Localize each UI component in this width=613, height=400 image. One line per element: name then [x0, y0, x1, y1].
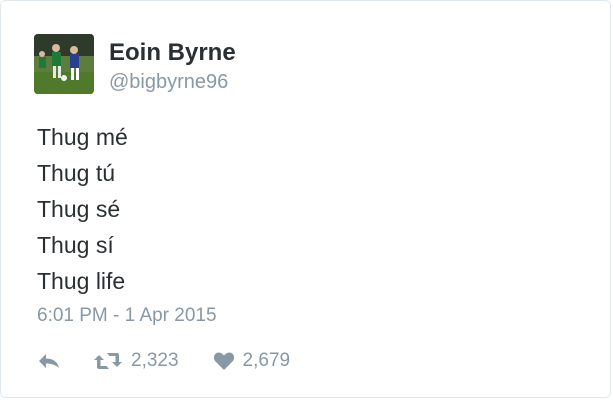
tweet-line: Thug sé	[37, 196, 121, 222]
reply-icon	[37, 351, 61, 371]
retweet-button[interactable]: 2,323	[93, 350, 179, 372]
like-button[interactable]: 2,679	[213, 350, 291, 372]
tweet-timestamp[interactable]: 6:01 PM - 1 Apr 2015	[37, 304, 217, 328]
tweet-actions: 2,323 2,679	[37, 347, 290, 375]
author-name[interactable]: Eoin Byrne	[109, 39, 236, 67]
author-handle[interactable]: @bigbyrne96	[109, 70, 228, 94]
heart-icon	[213, 351, 235, 371]
reply-button[interactable]	[37, 351, 61, 371]
retweet-count: 2,323	[131, 350, 179, 371]
tweet-line: Thug tú	[37, 160, 115, 186]
avatar-photo	[34, 34, 94, 94]
retweet-icon	[93, 351, 123, 371]
tweet-text: Thug mé Thug tú Thug sé Thug sí Thug lif…	[37, 119, 128, 299]
tweet-line: Thug sí	[37, 232, 114, 258]
like-count: 2,679	[242, 350, 291, 371]
avatar[interactable]	[34, 34, 94, 94]
tweet-line: Thug life	[37, 268, 126, 294]
tweet-line: Thug mé	[37, 124, 128, 150]
tweet-card: Eoin Byrne @bigbyrne96 Thug mé Thug tú T…	[0, 0, 611, 398]
